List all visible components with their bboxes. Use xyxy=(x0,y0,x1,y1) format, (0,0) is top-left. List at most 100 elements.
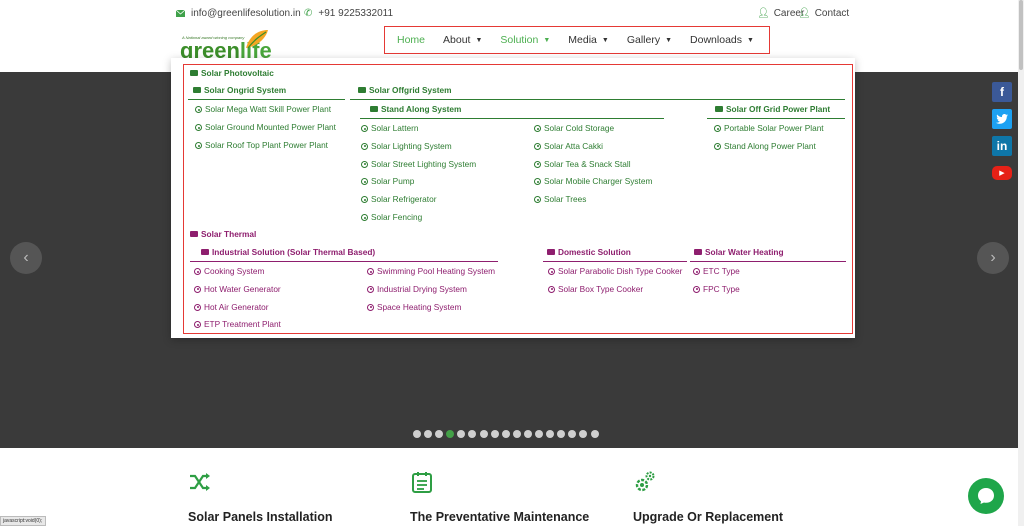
menu-heading-water-label: Solar Water Heating xyxy=(705,247,784,257)
nav-media-label: Media xyxy=(568,34,597,46)
menu-heading-ongrid[interactable]: Solar Ongrid System xyxy=(193,85,286,95)
menu-item-standalong[interactable]: Solar Fencing xyxy=(361,212,422,222)
slider-dot[interactable] xyxy=(546,430,555,438)
circle-dot-icon xyxy=(367,268,374,275)
email-link[interactable]: info@greenlifesolution.in xyxy=(176,8,301,19)
folder-icon xyxy=(715,106,723,112)
menu-item-water-heating[interactable]: ETC Type xyxy=(693,266,740,276)
folder-icon xyxy=(190,70,198,76)
menu-item-domestic[interactable]: Solar Parabolic Dish Type Cooker xyxy=(548,266,682,276)
menu-item-industrial[interactable]: Cooking System xyxy=(194,266,264,276)
slider-next-button[interactable]: › xyxy=(977,242,1009,274)
circle-dot-icon xyxy=(548,285,555,293)
page-scrollbar[interactable] xyxy=(1018,0,1024,526)
nav-about[interactable]: About ▼ xyxy=(443,34,482,46)
circle-dot-icon xyxy=(548,268,555,275)
menu-item-industrial[interactable]: Space Heating System xyxy=(367,302,461,312)
feature-title: Solar Panels Installation xyxy=(188,510,333,524)
menu-item-ongrid[interactable]: Solar Ground Mounted Power Plant xyxy=(195,122,336,132)
slider-dot[interactable] xyxy=(413,430,421,438)
slider-dot[interactable] xyxy=(446,430,455,438)
menu-item-ongrid[interactable]: Solar Mega Watt Skill Power Plant xyxy=(195,104,331,114)
nav-home[interactable]: Home xyxy=(397,34,425,46)
linkedin-icon[interactable]: in xyxy=(992,136,1012,156)
menu-item-water-heating[interactable]: FPC Type xyxy=(693,284,740,294)
slider-dot[interactable] xyxy=(490,430,499,438)
social-links: f in ▶ xyxy=(992,82,1012,180)
main-nav: Home About ▼ Solution ▼ Media ▼ Gallery ▼ Do… xyxy=(384,26,770,54)
menu-heading-water[interactable]: Solar Water Heating xyxy=(694,247,784,257)
facebook-icon[interactable]: f xyxy=(992,82,1012,102)
menu-item-industrial[interactable]: Industrial Drying System xyxy=(367,284,467,294)
slider-dot[interactable] xyxy=(424,430,433,438)
menu-item-standalong-label: Solar Fencing xyxy=(371,212,423,222)
menu-item-domestic[interactable]: Solar Box Type Cooker xyxy=(548,284,643,294)
menu-item-industrial[interactable]: Swimming Pool Heating System xyxy=(367,266,495,276)
slider-dot[interactable] xyxy=(523,430,532,438)
feature-card: Upgrade Or Replacement xyxy=(633,470,783,524)
menu-item-standalong[interactable]: Solar Lighting System xyxy=(361,141,452,151)
circle-dot-icon xyxy=(361,196,368,204)
circle-dot-icon xyxy=(534,160,541,168)
slider-dot[interactable] xyxy=(579,430,588,438)
menu-item-domestic-label: Solar Parabolic Dish Type Cooker xyxy=(558,266,683,276)
top-bar: info@greenlifesolution.in ✆ +91 92253320… xyxy=(0,0,1018,26)
contact-link[interactable]: 👤︎ Contact xyxy=(798,8,849,19)
menu-heading-thermal[interactable]: Solar Thermal xyxy=(190,229,256,239)
divider xyxy=(690,261,846,262)
menu-item-standalong[interactable]: Solar Pump xyxy=(361,176,414,186)
menu-item-industrial[interactable]: ETP Treatment Plant xyxy=(194,319,281,329)
slider-dot[interactable] xyxy=(557,430,566,438)
menu-item-industrial[interactable]: Hot Air Generator xyxy=(194,302,269,312)
chat-button[interactable] xyxy=(968,478,1004,514)
slider-dot[interactable] xyxy=(590,430,599,438)
scrollbar-thumb[interactable] xyxy=(1019,0,1023,70)
menu-heading-standalong[interactable]: Stand Along System xyxy=(370,104,461,114)
twitter-icon[interactable] xyxy=(992,109,1012,129)
slider-dot[interactable] xyxy=(568,430,577,438)
slider-dot[interactable] xyxy=(479,430,488,438)
slider-dot[interactable] xyxy=(535,430,544,438)
nav-gallery[interactable]: Gallery ▼ xyxy=(627,34,672,46)
menu-heading-domestic[interactable]: Domestic Solution xyxy=(547,247,631,257)
slider-dot[interactable] xyxy=(457,430,466,438)
leaf-icon xyxy=(246,30,268,49)
menu-item-standalong[interactable]: Solar Atta Cakki xyxy=(534,141,603,151)
menu-item-offgrid-power[interactable]: Stand Along Power Plant xyxy=(714,141,816,151)
slider-dot[interactable] xyxy=(468,430,477,438)
shuffle-icon xyxy=(188,470,212,494)
slider-dot[interactable] xyxy=(512,430,521,438)
menu-item-offgrid-power-label: Stand Along Power Plant xyxy=(724,140,816,151)
menu-item-standalong[interactable]: Solar Refrigerator xyxy=(361,194,436,204)
nav-downloads[interactable]: Downloads ▼ xyxy=(690,34,754,46)
folder-icon xyxy=(201,249,209,255)
youtube-icon[interactable]: ▶ xyxy=(992,166,1012,180)
menu-heading-offgrid[interactable]: Solar Offgrid System xyxy=(358,85,452,95)
phone-icon: ✆ xyxy=(304,7,313,19)
folder-icon xyxy=(190,231,198,237)
menu-item-standalong[interactable]: Solar Tea & Snack Stall xyxy=(534,159,631,169)
phone-link[interactable]: ✆ +91 9225332011 xyxy=(304,8,393,19)
menu-item-offgrid-power[interactable]: Portable Solar Power Plant xyxy=(714,123,824,133)
menu-heading-offgrid-power[interactable]: Solar Off Grid Power Plant xyxy=(715,104,830,114)
menu-item-standalong[interactable]: Solar Lattern xyxy=(361,123,419,133)
slider-dot[interactable] xyxy=(501,430,510,438)
phone-text: +91 9225332011 xyxy=(318,8,394,19)
nav-media[interactable]: Media ▼ xyxy=(568,34,609,46)
menu-heading-industrial[interactable]: Industrial Solution (Solar Thermal Based… xyxy=(201,247,375,257)
menu-item-standalong[interactable]: Solar Mobile Charger System xyxy=(534,176,652,186)
menu-item-standalong[interactable]: Solar Cold Storage xyxy=(534,123,614,133)
slider-prev-button[interactable]: ‹ xyxy=(10,242,42,274)
menu-heading-photovoltaic[interactable]: Solar Photovoltaic xyxy=(190,68,274,78)
menu-item-ongrid[interactable]: Solar Roof Top Plant Power Plant xyxy=(195,140,328,150)
menu-item-standalong[interactable]: Solar Street Lighting System xyxy=(361,159,476,169)
menu-item-industrial-label: Hot Air Generator xyxy=(204,301,269,312)
menu-item-offgrid-power-label: Portable Solar Power Plant xyxy=(724,123,824,133)
menu-item-standalong[interactable]: Solar Trees xyxy=(534,194,586,204)
menu-item-industrial-label: Swimming Pool Heating System xyxy=(377,266,496,276)
nav-solution[interactable]: Solution ▼ xyxy=(500,34,550,46)
menu-item-industrial[interactable]: Hot Water Generator xyxy=(194,284,281,294)
circle-dot-icon xyxy=(714,142,721,150)
slider-dot[interactable] xyxy=(435,430,444,438)
divider xyxy=(360,118,664,119)
